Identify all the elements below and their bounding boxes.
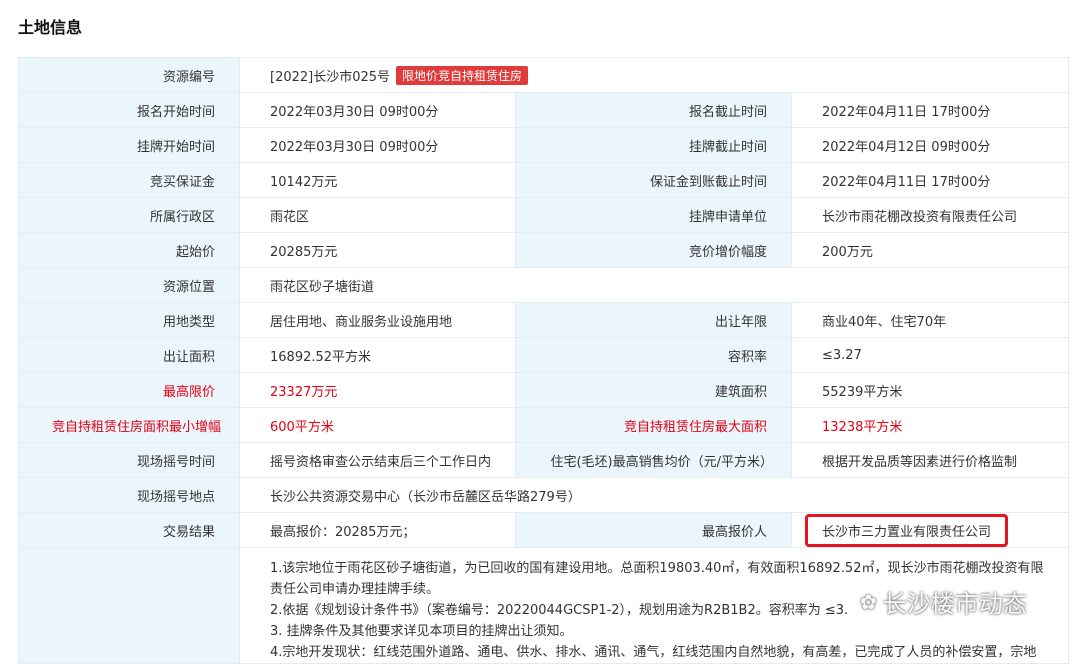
label-lottery-time: 现场摇号时间 xyxy=(18,442,240,478)
value-max-sale-price: 根据开发品质等因素进行价格监制 xyxy=(790,442,1070,478)
table-row: 挂牌开始时间 2022年03月30日 09时00分 挂牌截止时间 2022年04… xyxy=(18,127,1070,163)
label-deposit-deadline: 保证金到账截止时间 xyxy=(515,162,792,198)
value-max-price: 23327万元 xyxy=(239,372,516,408)
value-listing-start: 2022年03月30日 09时00分 xyxy=(239,127,516,163)
table-row: 交易结果 最高报价：20285万元； 最高报价人 长沙市三力置业有限责任公司 xyxy=(18,512,1070,548)
value-applicant: 长沙市雨花棚改投资有限责任公司 xyxy=(790,197,1070,233)
label-reg-start: 报名开始时间 xyxy=(18,92,240,128)
value-start-price: 20285万元 xyxy=(239,232,516,268)
value-reg-start: 2022年03月30日 09时00分 xyxy=(239,92,516,128)
label-listing-start: 挂牌开始时间 xyxy=(18,127,240,163)
value-reg-end: 2022年04月11日 17时00分 xyxy=(790,92,1070,128)
label-plot-ratio: 容积率 xyxy=(515,337,792,373)
value-lottery-place: 长沙公共资源交易中心（长沙市岳麓区岳华路279号） xyxy=(238,477,1070,513)
label-max-sale-price: 住宅(毛坯)最高销售均价（元/平方米） xyxy=(515,442,792,478)
value-result: 最高报价：20285万元； xyxy=(239,512,516,548)
value-rental-max-area: 13238平方米 xyxy=(790,407,1070,443)
value-plot-ratio: ≤3.27 xyxy=(790,337,1070,373)
value-district: 雨花区 xyxy=(239,197,516,233)
value-building-area: 55239平方米 xyxy=(790,372,1070,408)
value-rental-min-increment: 600平方米 xyxy=(239,407,516,443)
value-land-use: 居住用地、商业服务业设施用地 xyxy=(239,302,516,338)
note-line: 3. 挂牌条件及其他要求详见本项目的挂牌出让须知。 xyxy=(270,624,573,639)
label-rental-max-area: 竞自持租赁住房最大面积 xyxy=(515,407,792,443)
table-row: 最高限价 23327万元 建筑面积 55239平方米 xyxy=(18,372,1070,408)
value-area: 16892.52平方米 xyxy=(239,337,516,373)
land-info-table: 资源编号 [2022]长沙市025号 限地价竞自持租赁住房 报名开始时间 2022… xyxy=(18,57,1070,664)
note-line: 1.该宗地位于雨花区砂子塘街道，为已回收的国有建设用地。总面积19803.40㎡… xyxy=(270,561,1044,576)
table-row: 资源位置 雨花区砂子塘街道 xyxy=(18,267,1070,303)
table-row: 竞买保证金 10142万元 保证金到账截止时间 2022年04月11日 17时0… xyxy=(18,162,1070,198)
wechat-channel-icon: ✿ xyxy=(860,589,877,614)
note-line: 4.宗地开发现状：红线范围外道路、通电、供水、排水、通讯、通气，红线范围内自然地… xyxy=(270,645,1037,660)
table-row: 现场摇号时间 摇号资格审查公示结束后三个工作日内 住宅(毛坯)最高销售均价（元/… xyxy=(18,442,1070,478)
table-row: 所属行政区 雨花区 挂牌申请单位 长沙市雨花棚改投资有限责任公司 xyxy=(18,197,1070,233)
label-resource-id: 资源编号 xyxy=(18,57,240,93)
value-location: 雨花区砂子塘街道 xyxy=(238,267,1070,303)
page-title: 土地信息 xyxy=(18,18,83,37)
label-applicant: 挂牌申请单位 xyxy=(515,197,792,233)
label-lottery-place: 现场摇号地点 xyxy=(18,477,240,513)
label-max-price: 最高限价 xyxy=(18,372,240,408)
table-row: 出让面积 16892.52平方米 容积率 ≤3.27 xyxy=(18,337,1070,373)
top-bidder-highlight: 长沙市三力置业有限责任公司 xyxy=(805,513,1009,547)
table-row: 竞自持租赁住房面积最小增幅 600平方米 竞自持租赁住房最大面积 13238平方… xyxy=(18,407,1070,443)
label-area: 出让面积 xyxy=(18,337,240,373)
label-reg-end: 报名截止时间 xyxy=(515,92,792,128)
label-deposit: 竞买保证金 xyxy=(18,162,240,198)
label-rental-min-increment: 竞自持租赁住房面积最小增幅 xyxy=(18,407,240,443)
value-resource-id: [2022]长沙市025号 限地价竞自持租赁住房 xyxy=(238,57,1070,93)
label-building-area: 建筑面积 xyxy=(515,372,792,408)
label-top-bidder: 最高报价人 xyxy=(515,512,792,548)
table-row: 用地类型 居住用地、商业服务业设施用地 出让年限 商业40年、住宅70年 xyxy=(18,302,1070,338)
label-listing-end: 挂牌截止时间 xyxy=(515,127,792,163)
value-deposit: 10142万元 xyxy=(239,162,516,198)
label-land-use: 用地类型 xyxy=(18,302,240,338)
watermark: ✿ 长沙楼市动态 xyxy=(860,584,1027,619)
label-term: 出让年限 xyxy=(515,302,792,338)
value-lottery-time: 摇号资格审查公示结束后三个工作日内 xyxy=(239,442,516,478)
label-notes xyxy=(18,547,240,664)
value-deposit-deadline: 2022年04月11日 17时00分 xyxy=(790,162,1070,198)
table-row: 起始价 20285万元 竞价增价幅度 200万元 xyxy=(18,232,1070,268)
label-location: 资源位置 xyxy=(18,267,240,303)
label-result: 交易结果 xyxy=(18,512,240,548)
label-increment: 竞价增价幅度 xyxy=(515,232,792,268)
value-term: 商业40年、住宅70年 xyxy=(790,302,1070,338)
status-badge: 限地价竞自持租赁住房 xyxy=(396,65,529,85)
value-listing-end: 2022年04月12日 09时00分 xyxy=(790,127,1070,163)
value-top-bidder: 长沙市三力置业有限责任公司 xyxy=(790,512,1070,548)
watermark-text: 长沙楼市动态 xyxy=(882,590,1027,618)
label-start-price: 起始价 xyxy=(18,232,240,268)
table-row: 现场摇号地点 长沙公共资源交易中心（长沙市岳麓区岳华路279号） xyxy=(18,477,1070,513)
label-district: 所属行政区 xyxy=(18,197,240,233)
value-increment: 200万元 xyxy=(790,232,1070,268)
table-row: 资源编号 [2022]长沙市025号 限地价竞自持租赁住房 xyxy=(18,57,1070,93)
table-row: 报名开始时间 2022年03月30日 09时00分 报名截止时间 2022年04… xyxy=(18,92,1070,128)
